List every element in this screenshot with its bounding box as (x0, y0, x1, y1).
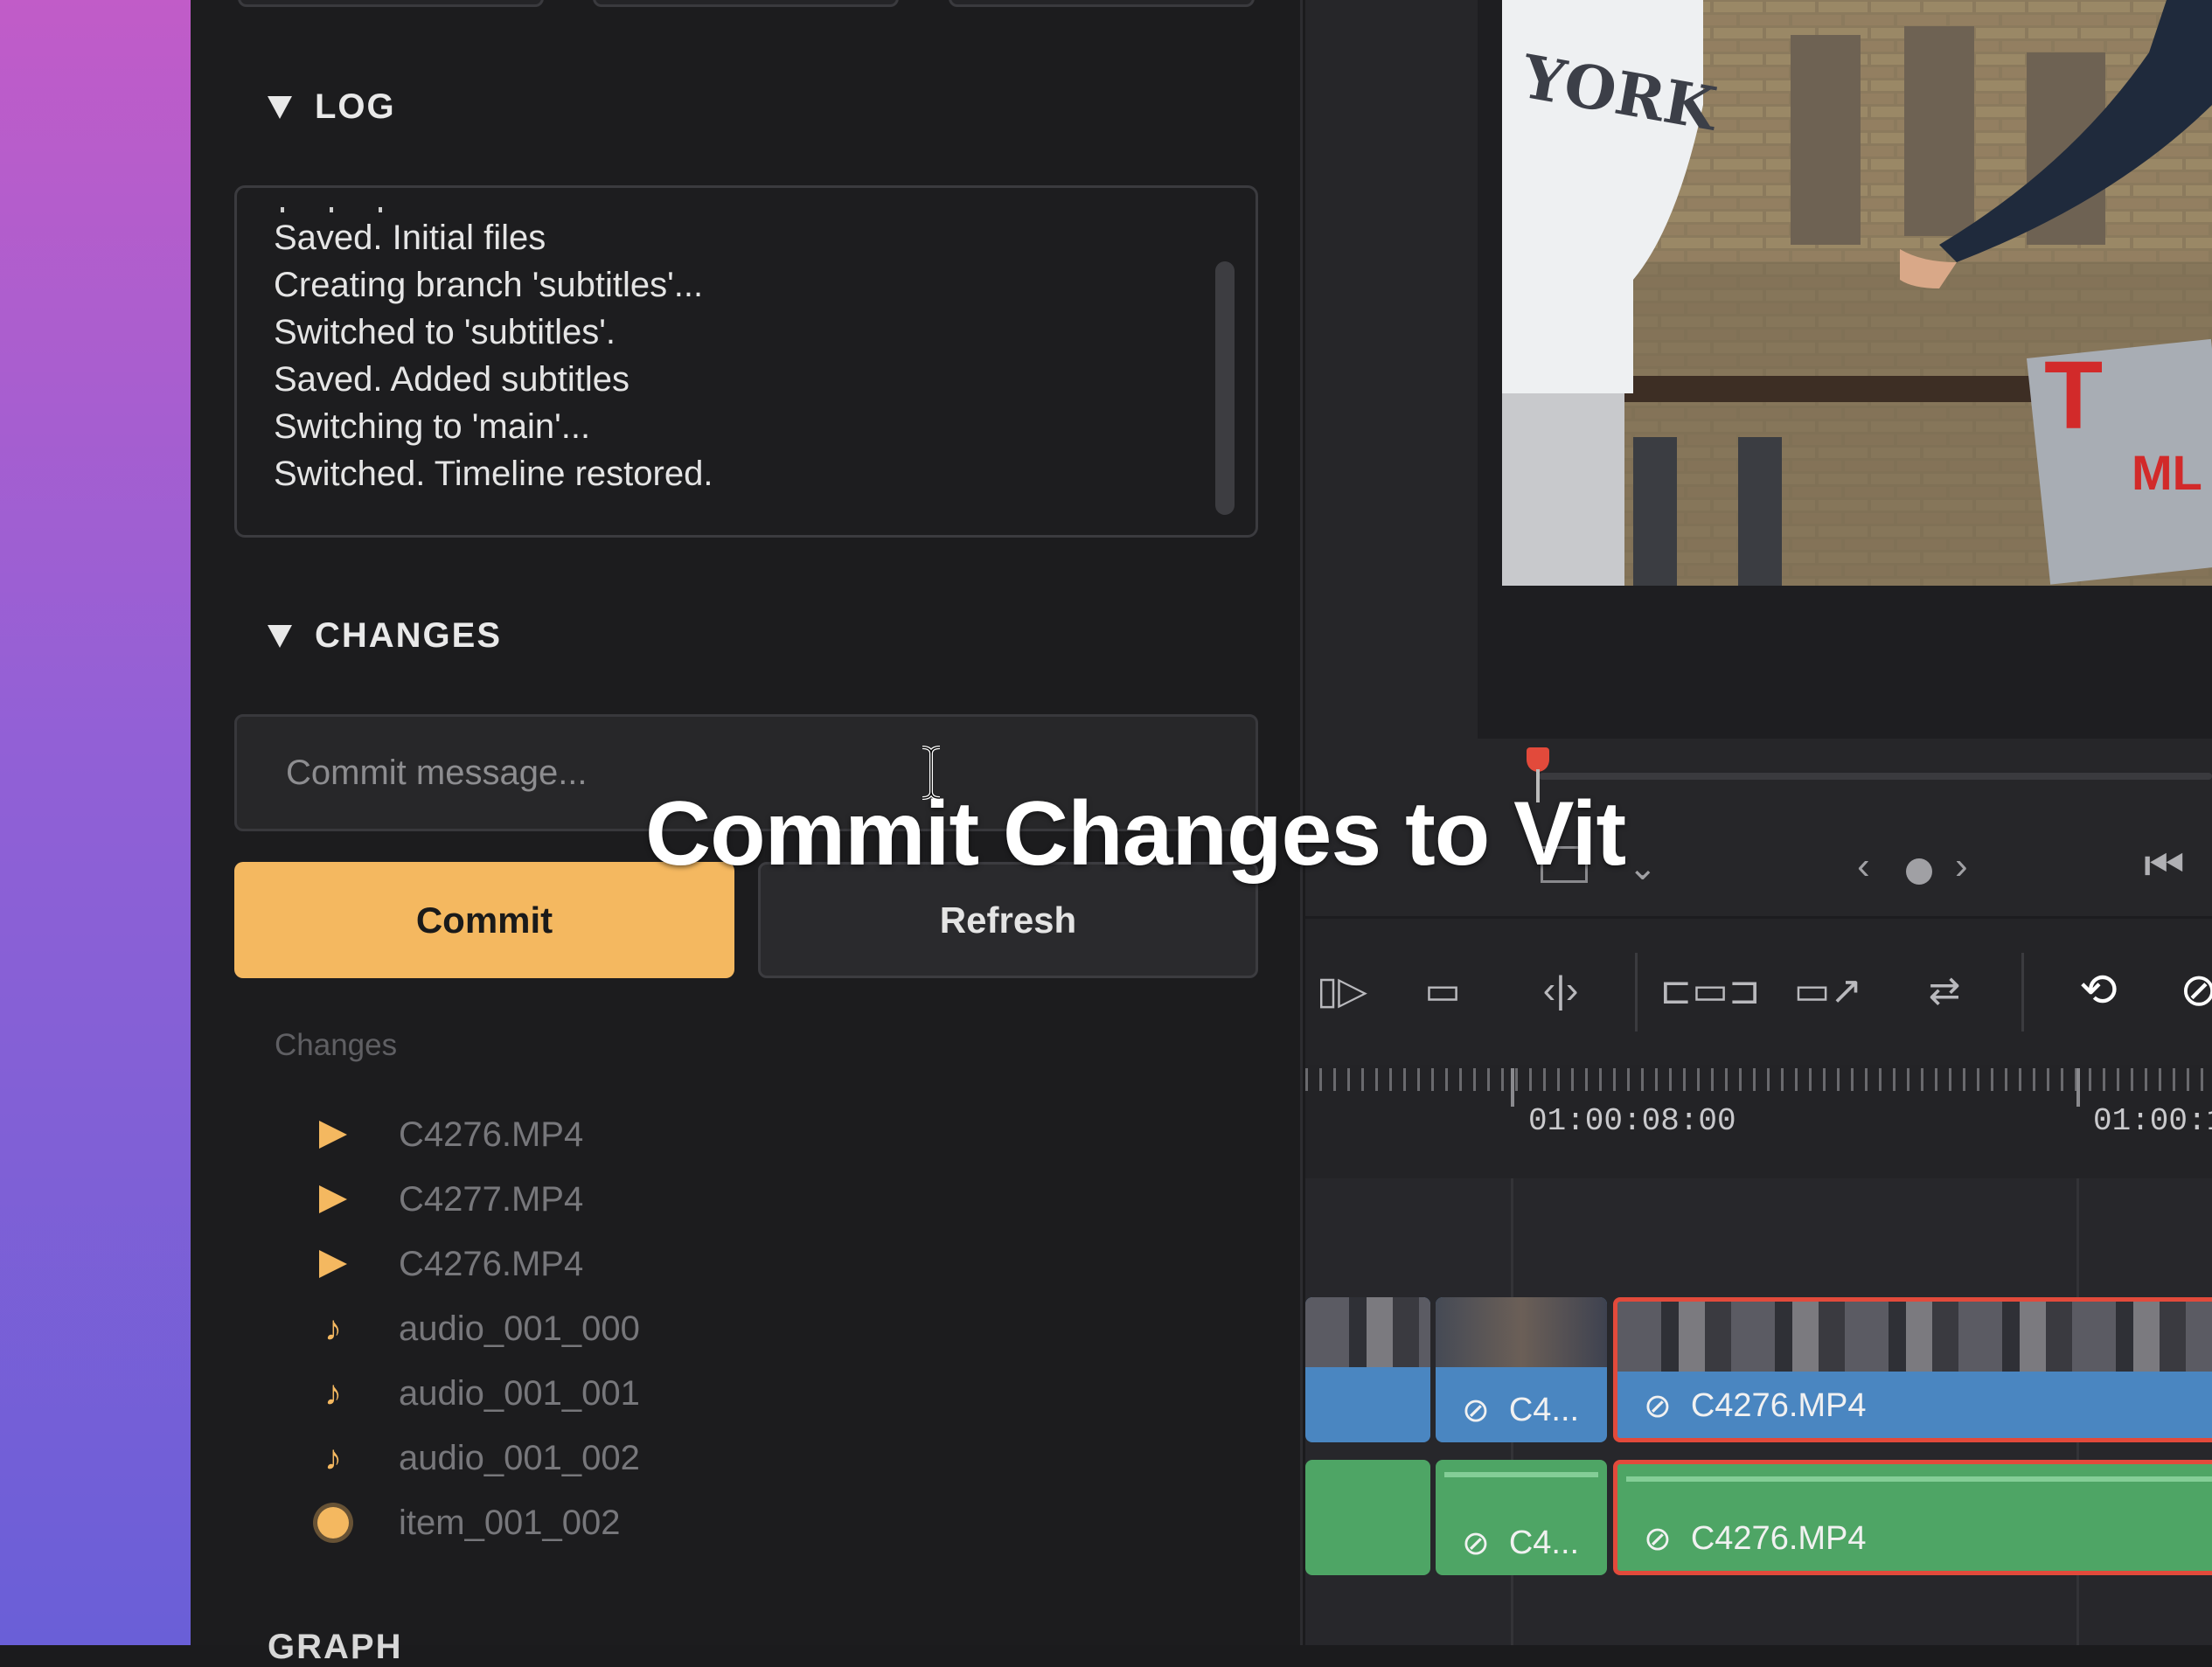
log-line: Switched. Timeline restored. (274, 455, 713, 493)
log-line: Saved. Initial files (274, 219, 546, 257)
file-name: C4276.MP4 (399, 1244, 584, 1283)
clip-thumbnail (1436, 1297, 1607, 1367)
video-icon (313, 1244, 353, 1284)
circle-icon (313, 1503, 353, 1543)
clip-name: C4... (1508, 1392, 1580, 1428)
dynamic-trim-icon[interactable]: ‹|› (1521, 960, 1600, 1021)
video-clip[interactable] (1305, 1297, 1430, 1442)
audio-clip[interactable]: ⊘ C4... (1436, 1460, 1607, 1575)
file-name: C4276.MP4 (399, 1115, 584, 1154)
insert-clip-icon[interactable]: ⊏▭⊐ (1659, 960, 1760, 1021)
audio-waveform (1626, 1476, 2212, 1482)
svg-text:T: T (2044, 342, 2103, 449)
changed-file-item[interactable]: C4276.MP4 (313, 1108, 583, 1161)
changed-file-item[interactable]: C4276.MP4 (313, 1238, 583, 1290)
clip-label: ⊘ C4276.MP4 (1644, 1386, 1867, 1426)
music-note-icon: ♪ (324, 1309, 342, 1348)
music-note-icon: ♪ (324, 1373, 342, 1413)
blade-tool-icon[interactable]: ▭ (1408, 960, 1478, 1021)
video-frame-image: YORK T ML (1502, 0, 2212, 586)
log-line: Creating branch 'subtitles'... (274, 266, 704, 304)
top-button-1[interactable] (238, 0, 544, 7)
link-icon: ⊘ (1644, 1388, 1672, 1425)
top-button-2[interactable] (593, 0, 899, 7)
replace-clip-icon[interactable]: ⇄ (1901, 960, 1988, 1021)
video-caption-overlay: Commit Changes to Vit (645, 783, 1626, 885)
clip-name: C4276.MP4 (1690, 1387, 1867, 1424)
toolbar-divider (1635, 953, 1638, 1031)
log-lines: Saved. Initial files Creating branch 'su… (274, 214, 713, 497)
changed-file-item[interactable]: item_001_002 (313, 1497, 621, 1549)
timeline-ruler[interactable] (1305, 1065, 2212, 1178)
music-note-icon: ♪ (324, 1438, 342, 1477)
chevron-down-icon[interactable]: ⌄ (1628, 848, 1658, 888)
audio-clip[interactable] (1305, 1460, 1430, 1575)
clipped-log-line (281, 207, 386, 212)
clip-thumbnail (1305, 1297, 1430, 1367)
next-arrow-icon[interactable]: › (1955, 844, 1968, 888)
log-section-header[interactable]: LOG (268, 87, 396, 127)
ruler-major-tick (1511, 1068, 1514, 1107)
changes-section-header[interactable]: CHANGES (268, 616, 502, 656)
audio-waveform (1444, 1472, 1598, 1477)
collapse-triangle-icon (268, 624, 292, 648)
clip-label: ⊘ C4276.MP4 (1644, 1519, 1867, 1559)
log-scrollbar[interactable] (1215, 261, 1235, 515)
file-name: audio_001_002 (399, 1438, 640, 1477)
clip-label: ⊘ C4... (1462, 1524, 1579, 1563)
desktop-background (0, 0, 191, 1645)
video-preview: YORK T ML (1502, 0, 2212, 586)
ruler-major-tick (2076, 1068, 2080, 1107)
graph-section-header[interactable]: GRAPH (268, 1628, 402, 1667)
changed-file-item[interactable]: C4277.MP4 (313, 1173, 583, 1226)
video-clip-selected[interactable]: ⊘ C4276.MP4 (1613, 1297, 2212, 1442)
scrub-bar[interactable] (1539, 773, 2212, 780)
snapping-magnet-icon[interactable]: ⟲ (2063, 960, 2133, 1021)
audio-clip-selected[interactable]: ⊘ C4276.MP4 (1613, 1460, 2212, 1575)
overwrite-clip-icon[interactable]: ▭↗ (1789, 960, 1868, 1021)
svg-text:ML: ML (2132, 445, 2202, 500)
top-button-3[interactable] (949, 0, 1255, 7)
file-name: item_001_002 (399, 1503, 621, 1542)
changes-list-label: Changes (275, 1028, 398, 1062)
center-dot-icon[interactable] (1906, 858, 1932, 885)
toolbar-divider (2021, 953, 2024, 1031)
text-cursor-icon (922, 746, 941, 800)
changed-file-item[interactable]: ♪ audio_001_001 (313, 1367, 640, 1420)
clip-name: C4... (1508, 1525, 1580, 1561)
trim-tool-icon[interactable]: ▯▷ (1311, 960, 1373, 1021)
log-heading: LOG (315, 87, 396, 126)
log-line: Switching to 'main'... (274, 407, 591, 446)
log-output[interactable]: Saved. Initial files Creating branch 'su… (234, 185, 1258, 538)
video-clip[interactable]: ⊘ C4... (1436, 1297, 1607, 1442)
clip-name: C4276.MP4 (1690, 1520, 1867, 1557)
changed-file-item[interactable]: ♪ audio_001_002 (313, 1432, 640, 1484)
link-icon[interactable]: ⊘ (2177, 960, 2212, 1021)
changed-file-item[interactable]: ♪ audio_001_000 (313, 1302, 640, 1355)
video-icon (313, 1179, 353, 1219)
log-line: Saved. Added subtitles (274, 360, 630, 399)
skip-to-start-icon[interactable]: ⏮ (2144, 839, 2185, 893)
video-icon (313, 1115, 353, 1155)
clip-thumbnail (1617, 1302, 2212, 1372)
link-icon: ⊘ (1462, 1393, 1490, 1429)
changes-heading: CHANGES (315, 616, 503, 655)
clip-label: ⊘ C4... (1462, 1391, 1579, 1430)
file-name: C4277.MP4 (399, 1179, 584, 1219)
playhead-marker[interactable] (1527, 747, 1549, 772)
collapse-triangle-icon (268, 95, 292, 119)
prev-arrow-icon[interactable]: ‹ (1857, 844, 1870, 888)
timecode-label: 01:00:16 (2093, 1103, 2212, 1139)
link-icon: ⊘ (1462, 1525, 1490, 1562)
timecode-label: 01:00:08:00 (1528, 1103, 1736, 1139)
log-line: Switched to 'subtitles'. (274, 313, 616, 351)
file-name: audio_001_001 (399, 1373, 640, 1413)
file-name: audio_001_000 (399, 1309, 640, 1348)
link-icon: ⊘ (1644, 1521, 1672, 1558)
